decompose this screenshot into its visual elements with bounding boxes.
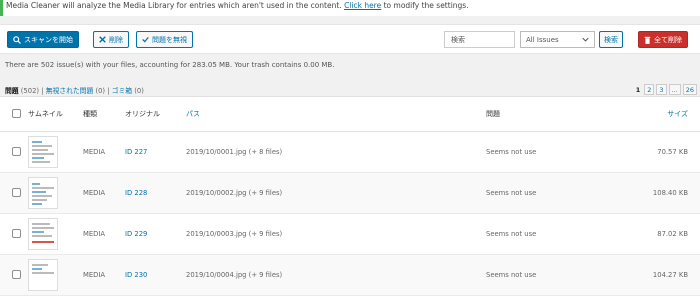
filter-separator: | — [41, 87, 44, 95]
search-button[interactable]: 検索 — [599, 31, 623, 48]
row-checkbox[interactable] — [12, 187, 21, 197]
col-original: オリジナル — [125, 96, 186, 132]
col-type: 種類 — [83, 96, 125, 132]
row-size: 108.40 KB — [616, 172, 700, 214]
media-thumbnail[interactable] — [28, 218, 58, 250]
row-path: 2019/10/0002.jpg (+ 9 files) — [186, 172, 486, 214]
row-type: MEDIA — [83, 172, 125, 214]
row-issue: Seems not use — [486, 254, 616, 296]
ignore-issue-label: 問題を無視 — [152, 35, 187, 44]
issue-filter-value: All Issues — [526, 35, 559, 44]
page-link[interactable]: 26 — [682, 84, 697, 95]
notice-settings-link[interactable]: Click here — [344, 1, 381, 10]
filter-issues-count: (502) — [20, 87, 40, 95]
chevron-down-icon — [582, 37, 589, 42]
row-issue: Seems not use — [486, 213, 616, 255]
table-row: MEDIA ID 230 2019/10/0004.jpg (+ 9 files… — [0, 254, 700, 296]
select-all-checkbox[interactable] — [12, 108, 21, 118]
search-placeholder: 検索 — [451, 36, 465, 44]
col-thumbnail: サムネイル — [28, 96, 83, 132]
start-scan-button[interactable]: スキャンを開始 — [7, 31, 79, 48]
filter-trash[interactable]: ゴミ箱 — [112, 87, 132, 95]
pagination: 1 2 3 ... 26 — [634, 84, 697, 95]
ignore-issue-button[interactable]: 問題を無視 — [136, 31, 193, 48]
media-thumbnail[interactable] — [28, 177, 58, 209]
search-button-label: 検索 — [604, 35, 618, 44]
row-original-id[interactable]: ID 229 — [125, 213, 186, 255]
search-icon — [13, 35, 21, 44]
delete-label: 削除 — [109, 35, 123, 44]
delete-all-label: 全て削除 — [654, 35, 682, 44]
row-path: 2019/10/0001.jpg (+ 8 files) — [186, 131, 486, 173]
row-checkbox[interactable] — [12, 269, 21, 279]
select-all-cell — [0, 96, 28, 132]
filter-ignored[interactable]: 無視された問題 — [46, 87, 94, 95]
table-row: MEDIA ID 228 2019/10/0002.jpg (+ 9 files… — [0, 172, 700, 214]
table-row: MEDIA ID 229 2019/10/0003.jpg (+ 9 files… — [0, 213, 700, 255]
row-size: 104.27 KB — [616, 254, 700, 296]
checkmark-icon — [142, 36, 149, 43]
settings-notice: Media Cleaner will analyze the Media Lib… — [0, 0, 700, 16]
col-issue: 問題 — [486, 96, 616, 132]
delete-button[interactable]: 削除 — [93, 31, 129, 48]
page-ellipsis: ... — [668, 84, 681, 95]
issue-filter-select[interactable]: All Issues — [520, 31, 595, 48]
row-checkbox[interactable] — [12, 228, 21, 238]
filter-trash-count: (0) — [134, 87, 144, 95]
close-icon — [99, 36, 106, 43]
issues-summary: There are 502 issue(s) with your files, … — [5, 61, 335, 69]
media-thumbnail[interactable] — [28, 136, 58, 168]
media-thumbnail[interactable] — [28, 259, 58, 291]
col-size[interactable]: サイズ — [616, 96, 700, 132]
row-type: MEDIA — [83, 254, 125, 296]
row-size: 87.02 KB — [616, 213, 700, 255]
status-filters: 問題 (502) | 無視された問題 (0) | ゴミ箱 (0) — [5, 85, 144, 95]
row-original-id[interactable]: ID 230 — [125, 254, 186, 296]
row-size: 70.57 KB — [616, 131, 700, 173]
row-path: 2019/10/0003.jpg (+ 9 files) — [186, 213, 486, 255]
page-link[interactable]: 3 — [656, 84, 667, 95]
issues-table: サムネイル 種類 オリジナル パス 問題 サイズ MEDIA ID 227 20… — [0, 96, 700, 296]
toolbar: スキャンを開始 削除 問題を無視 検索 All Issues 検索 全て削除 — [0, 24, 700, 54]
row-checkbox[interactable] — [12, 146, 21, 156]
notice-after-link: to modify the settings. — [383, 1, 469, 10]
filter-separator: | — [107, 87, 110, 95]
row-type: MEDIA — [83, 131, 125, 173]
filter-issues[interactable]: 問題 — [5, 87, 19, 95]
row-original-id[interactable]: ID 228 — [125, 172, 186, 214]
page-link[interactable]: 2 — [644, 84, 655, 95]
row-type: MEDIA — [83, 213, 125, 255]
search-input[interactable]: 検索 — [444, 31, 515, 48]
trash-icon — [644, 36, 651, 44]
page-current: 1 — [635, 85, 641, 94]
row-path: 2019/10/0004.jpg (+ 9 files) — [186, 254, 486, 296]
row-issue: Seems not use — [486, 131, 616, 173]
start-scan-label: スキャンを開始 — [24, 35, 73, 44]
col-path[interactable]: パス — [186, 96, 486, 132]
notice-text: Media Cleaner will analyze the Media Lib… — [6, 1, 342, 10]
table-row: MEDIA ID 227 2019/10/0001.jpg (+ 8 files… — [0, 131, 700, 173]
filter-ignored-count: (0) — [95, 87, 106, 95]
delete-all-button[interactable]: 全て削除 — [638, 31, 688, 48]
row-issue: Seems not use — [486, 172, 616, 214]
row-original-id[interactable]: ID 227 — [125, 131, 186, 173]
